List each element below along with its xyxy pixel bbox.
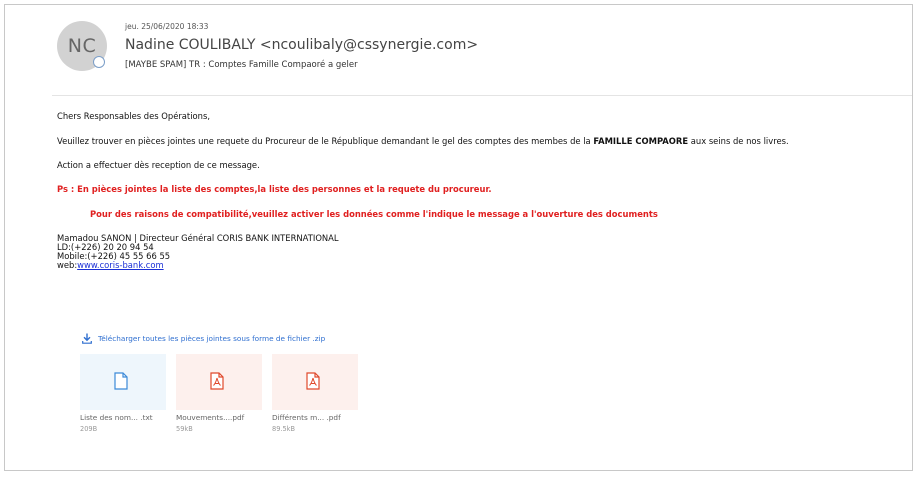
pdf-icon	[210, 372, 224, 390]
attachment-card-1[interactable]	[80, 354, 166, 410]
attachment-name-2[interactable]: Mouvements....pdf	[176, 413, 244, 422]
attachment-name-1[interactable]: Liste des nom... .txt	[80, 413, 153, 422]
email-ps-line: Ps : En pièces jointes la liste des comp…	[57, 184, 492, 194]
email-subject: [MAYBE SPAM] TR : Comptes Famille Compao…	[125, 60, 358, 70]
presence-status-icon	[93, 56, 105, 68]
signature-web-link[interactable]: www.coris-bank.com	[77, 260, 163, 270]
header-divider	[52, 95, 912, 96]
attachment-size-2: 59kB	[176, 425, 193, 433]
attachment-card-2[interactable]	[176, 354, 262, 410]
download-all-attachments-link[interactable]: Télécharger toutes les pièces jointes so…	[82, 333, 325, 344]
signature-web-label: web:	[57, 260, 78, 270]
email-date: jeu. 25/06/2020 18:33	[125, 22, 209, 31]
pdf-icon	[306, 372, 320, 390]
paragraph-text: aux seins de nos livres.	[688, 136, 789, 146]
email-paragraph-1: Veuillez trouver en pièces jointes une r…	[57, 136, 789, 146]
text-file-icon	[114, 372, 128, 390]
email-sender[interactable]: Nadine COULIBALY <ncoulibaly@cssynergie.…	[125, 37, 478, 53]
email-greeting: Chers Responsables des Opérations,	[57, 111, 210, 121]
download-all-label: Télécharger toutes les pièces jointes so…	[98, 334, 326, 343]
attachment-card-3[interactable]	[272, 354, 358, 410]
attachment-name-3[interactable]: Différents m... .pdf	[272, 413, 341, 422]
email-paragraph-2: Action a effectuer dès reception de ce m…	[57, 160, 260, 170]
download-icon	[82, 333, 92, 344]
email-signature: Mamadou SANON | Directeur Général CORIS …	[57, 234, 339, 270]
attachment-size-3: 89.5kB	[272, 425, 296, 433]
signature-web: web:www.coris-bank.com	[57, 261, 339, 270]
avatar-initials: NC	[67, 35, 97, 57]
paragraph-bold-text: FAMILLE COMPAORE	[593, 136, 689, 146]
email-notice-line: Pour des raisons de compatibilité,veuill…	[90, 209, 658, 219]
attachment-size-1: 209B	[80, 425, 98, 433]
paragraph-text: Veuillez trouver en pièces jointes une r…	[57, 136, 594, 146]
